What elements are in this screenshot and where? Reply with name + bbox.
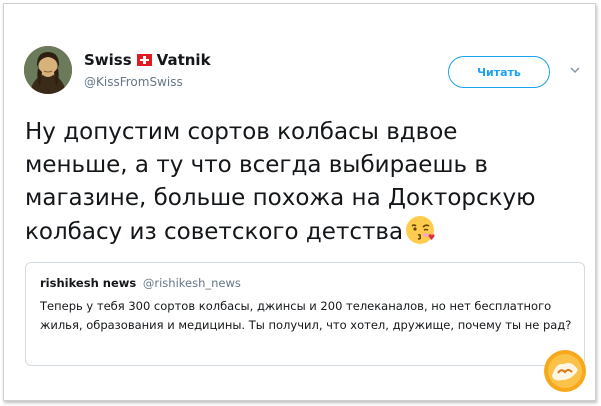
tweet-text: Ну допустим сортов колбасы вдвое меньше,… (25, 116, 565, 249)
quoted-tweet[interactable]: rishikesh news @rishikesh_news Теперь у … (25, 262, 585, 366)
tweet-body: Ну допустим сортов колбасы вдвое меньше,… (25, 119, 536, 245)
author-name[interactable]: Swiss Vatnik (84, 51, 211, 69)
author-name-suffix: Vatnik (156, 51, 211, 69)
tweet-card: Swiss Vatnik @KissFromSwiss Читать Ну до… (3, 3, 596, 401)
avatar[interactable] (24, 46, 72, 94)
quoted-author-name: rishikesh news (40, 276, 137, 290)
author-handle[interactable]: @KissFromSwiss (84, 75, 183, 89)
swiss-flag-icon (136, 54, 152, 66)
author-name-first: Swiss (84, 51, 132, 69)
avatar-portrait-icon (24, 46, 72, 94)
watermark-logo (544, 350, 586, 392)
chevron-down-icon[interactable] (569, 64, 581, 76)
follow-button[interactable]: Читать (448, 56, 550, 88)
quoted-tweet-text: Теперь у тебя 300 сортов колбасы, джинсы… (40, 299, 572, 332)
quoted-tweet-header: rishikesh news @rishikesh_news (40, 276, 241, 290)
quoted-author-handle: @rishikesh_news (142, 276, 241, 290)
face-blowing-kiss-icon (406, 216, 435, 244)
